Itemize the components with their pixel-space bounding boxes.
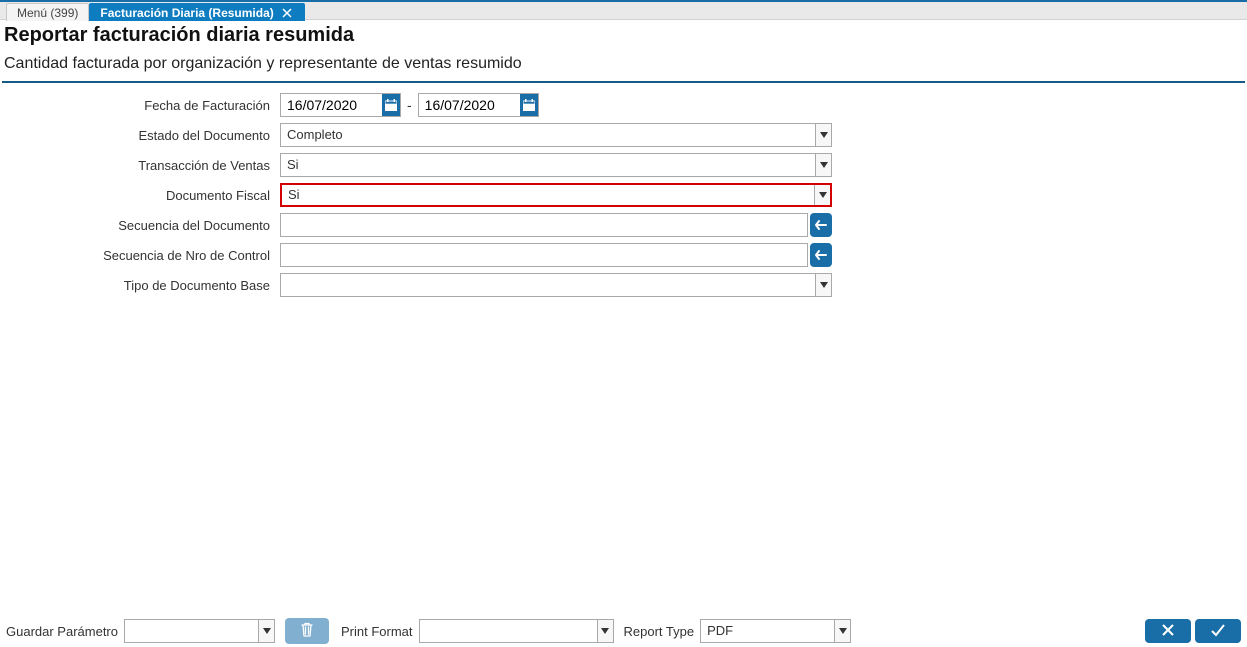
report-type-value: PDF [701, 620, 850, 642]
fiscal-value: Si [282, 184, 830, 206]
guardar-param-value [125, 620, 274, 642]
page-title: Reportar facturación diaria resumida [4, 24, 1245, 47]
chevron-down-icon[interactable] [814, 185, 830, 205]
date-to-input[interactable] [418, 93, 539, 117]
chevron-down-icon[interactable] [258, 620, 274, 642]
trash-icon [299, 622, 315, 641]
cancel-button[interactable] [1145, 619, 1191, 643]
delete-button[interactable] [285, 618, 329, 644]
row-fiscal: Documento Fiscal Si [4, 183, 1243, 207]
guardar-param-select[interactable] [124, 619, 275, 643]
chevron-down-icon[interactable] [834, 620, 850, 642]
page-subtitle: Cantidad facturada por organización y re… [4, 55, 1245, 73]
row-estado: Estado del Documento Completo [4, 123, 1243, 147]
fiscal-select[interactable]: Si [280, 183, 832, 207]
footer-bar: Guardar Parámetro Print Format Report Ty… [0, 617, 1247, 647]
estado-value: Completo [281, 124, 831, 146]
lookup-button[interactable] [810, 213, 832, 237]
form-area: Fecha de Facturación - Estado del Docume… [0, 83, 1247, 297]
estado-select[interactable]: Completo [280, 123, 832, 147]
label-fecha: Fecha de Facturación [4, 98, 280, 113]
row-transaccion: Transacción de Ventas Si [4, 153, 1243, 177]
print-format-value [420, 620, 613, 642]
tipo-base-select[interactable] [280, 273, 832, 297]
row-fecha: Fecha de Facturación - [4, 93, 1243, 117]
tab-menu[interactable]: Menú (399) [6, 3, 89, 21]
tab-active-label: Facturación Diaria (Resumida) [100, 6, 273, 20]
chevron-down-icon[interactable] [815, 154, 831, 176]
date-separator: - [401, 97, 418, 113]
label-secuencia-doc: Secuencia del Documento [4, 218, 280, 233]
date-from-input[interactable] [280, 93, 401, 117]
transaccion-select[interactable]: Si [280, 153, 832, 177]
label-transaccion: Transacción de Ventas [4, 158, 280, 173]
label-tipo-base: Tipo de Documento Base [4, 278, 280, 293]
label-estado: Estado del Documento [4, 128, 280, 143]
report-type-select[interactable]: PDF [700, 619, 851, 643]
report-type-label: Report Type [624, 624, 695, 639]
check-icon [1209, 621, 1227, 642]
transaccion-value: Si [281, 154, 831, 176]
close-icon [1159, 621, 1177, 642]
page-header: Reportar facturación diaria resumida Can… [2, 20, 1245, 83]
secuencia-control-input[interactable] [280, 243, 808, 267]
tab-menu-label: Menú (399) [17, 6, 78, 20]
row-secuencia-doc: Secuencia del Documento [4, 213, 1243, 237]
label-secuencia-control: Secuencia de Nro de Control [4, 248, 280, 263]
guardar-label: Guardar Parámetro [6, 624, 118, 639]
label-fiscal: Documento Fiscal [4, 188, 280, 203]
row-tipo-base: Tipo de Documento Base [4, 273, 1243, 297]
tab-facturacion-diaria[interactable]: Facturación Diaria (Resumida) [89, 3, 304, 21]
confirm-button[interactable] [1195, 619, 1241, 643]
row-secuencia-control: Secuencia de Nro de Control [4, 243, 1243, 267]
chevron-down-icon[interactable] [597, 620, 613, 642]
lookup-button[interactable] [810, 243, 832, 267]
close-icon[interactable] [280, 6, 294, 20]
chevron-down-icon[interactable] [815, 124, 831, 146]
calendar-icon[interactable] [382, 94, 400, 116]
tipo-base-value [281, 274, 831, 296]
calendar-icon[interactable] [520, 94, 538, 116]
secuencia-doc-input[interactable] [280, 213, 808, 237]
print-format-select[interactable] [419, 619, 614, 643]
tab-bar: Menú (399) Facturación Diaria (Resumida) [0, 0, 1247, 20]
print-format-label: Print Format [341, 624, 413, 639]
chevron-down-icon[interactable] [815, 274, 831, 296]
